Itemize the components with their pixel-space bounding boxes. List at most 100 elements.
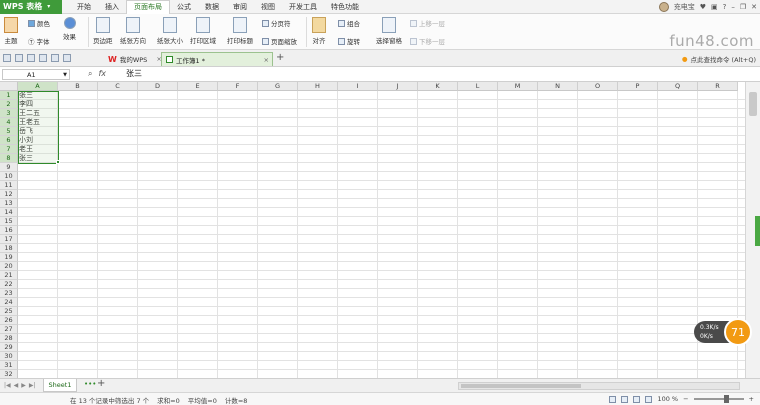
row-header[interactable]: 5 [0,127,18,136]
row-header[interactable]: 4 [0,118,18,127]
row-header[interactable]: 31 [0,361,18,370]
row-header[interactable]: 30 [0,352,18,361]
tab-features[interactable]: 特色功能 [324,0,366,14]
row-header[interactable]: 15 [0,217,18,226]
tab-review[interactable]: 审阅 [226,0,254,14]
full-screen-icon[interactable] [645,395,653,403]
row-header[interactable]: 2 [0,100,18,109]
name-box[interactable]: A1 ▼ [2,69,70,80]
column-header[interactable]: Q [658,82,698,91]
send-backward-button[interactable]: 下移一层 [410,36,445,46]
zoom-out-icon[interactable]: − [683,395,688,403]
column-header[interactable]: F [218,82,258,91]
last-sheet-icon[interactable]: ▶| [29,382,36,389]
row-header[interactable]: 26 [0,316,18,325]
bring-forward-button[interactable]: 上移一层 [410,18,445,28]
row-header[interactable]: 1 [0,91,18,100]
zoom-in-icon[interactable]: + [749,395,754,403]
row-header[interactable]: 13 [0,199,18,208]
colors-button[interactable]: 颜色 [28,18,50,28]
tab-formulas[interactable]: 公式 [170,0,198,14]
next-sheet-icon[interactable]: ▶ [21,382,26,389]
selection-pane-button[interactable]: 选择窗格 [376,17,402,45]
zoom-icon[interactable]: ⌕ [88,69,92,79]
prev-sheet-icon[interactable]: ◀ [14,382,19,389]
page-layout-view-icon[interactable] [621,395,629,403]
row-header[interactable]: 19 [0,253,18,262]
horizontal-scrollbar[interactable] [458,382,740,390]
row-header[interactable]: 6 [0,136,18,145]
scroll-thumb[interactable] [749,92,757,116]
side-panel-handle[interactable] [755,216,760,246]
print-icon[interactable] [27,54,35,62]
tab-workbook[interactable]: 工作簿1 * × [161,52,273,66]
row-header[interactable]: 16 [0,226,18,235]
open-icon[interactable] [3,54,11,62]
close-icon[interactable]: × [264,56,269,64]
close-icon[interactable]: ✕ [751,3,757,11]
select-all-corner[interactable] [0,82,18,91]
zoom-slider-knob[interactable] [723,395,729,403]
column-header[interactable]: L [458,82,498,91]
fonts-button[interactable]: Ⓣ 字体 [28,36,50,46]
column-header[interactable]: K [418,82,458,91]
more-sheets-icon[interactable]: ••• [84,380,96,388]
tab-view[interactable]: 视图 [254,0,282,14]
redo-icon[interactable] [63,54,71,62]
network-speed-widget[interactable]: 0.3K/s 0K/s 71 [694,318,754,346]
tab-page-layout[interactable]: 页面布局 [126,0,170,14]
row-header[interactable]: 24 [0,298,18,307]
save-icon[interactable] [15,54,23,62]
tab-my-wps[interactable]: W 我的WPS × [104,52,166,66]
row-header[interactable]: 27 [0,325,18,334]
tab-home[interactable]: 开始 [70,0,98,14]
column-header[interactable]: O [578,82,618,91]
user-name[interactable]: 充电宝 [674,2,695,12]
column-header[interactable]: E [178,82,218,91]
column-header[interactable]: H [298,82,338,91]
column-header[interactable]: J [378,82,418,91]
normal-view-icon[interactable] [609,395,617,403]
row-header[interactable]: 20 [0,262,18,271]
column-header[interactable]: G [258,82,298,91]
row-header[interactable]: 7 [0,145,18,154]
column-header[interactable]: N [538,82,578,91]
row-header[interactable]: 14 [0,208,18,217]
avatar[interactable] [658,2,669,12]
fill-handle[interactable] [56,160,60,164]
page-break-button[interactable]: 分页符 [262,18,291,28]
row-header[interactable]: 17 [0,235,18,244]
row-header[interactable]: 22 [0,280,18,289]
orientation-button[interactable]: 纸张方向 [120,17,146,45]
first-sheet-icon[interactable]: |◀ [4,382,11,389]
theme-button[interactable]: 主题 [4,17,18,45]
row-header[interactable]: 23 [0,289,18,298]
page-break-view-icon[interactable] [633,395,641,403]
tab-data[interactable]: 数据 [198,0,226,14]
column-header[interactable]: C [98,82,138,91]
column-header[interactable]: D [138,82,178,91]
row-header[interactable]: 21 [0,271,18,280]
gift-icon[interactable]: ▣ [711,3,718,11]
skin-icon[interactable]: ♥ [700,3,706,11]
row-header[interactable]: 32 [0,370,18,378]
app-menu-button[interactable]: WPS 表格 ▾ [0,0,62,14]
row-header[interactable]: 29 [0,343,18,352]
help-icon[interactable]: ? [723,3,727,11]
row-header[interactable]: 9 [0,163,18,172]
column-header[interactable]: M [498,82,538,91]
column-header[interactable]: R [698,82,738,91]
row-header[interactable]: 10 [0,172,18,181]
row-header[interactable]: 28 [0,334,18,343]
row-header[interactable]: 25 [0,307,18,316]
row-header[interactable]: 11 [0,181,18,190]
row-header[interactable]: 8 [0,154,18,163]
undo-icon[interactable] [51,54,59,62]
print-area-button[interactable]: 打印区域 [190,17,216,45]
tab-insert[interactable]: 插入 [98,0,126,14]
tab-developer[interactable]: 开发工具 [282,0,324,14]
rotate-button[interactable]: 旋转 [338,36,360,46]
row-header[interactable]: 12 [0,190,18,199]
minimize-icon[interactable]: – [731,3,735,11]
new-tab-button[interactable]: + [276,52,284,63]
